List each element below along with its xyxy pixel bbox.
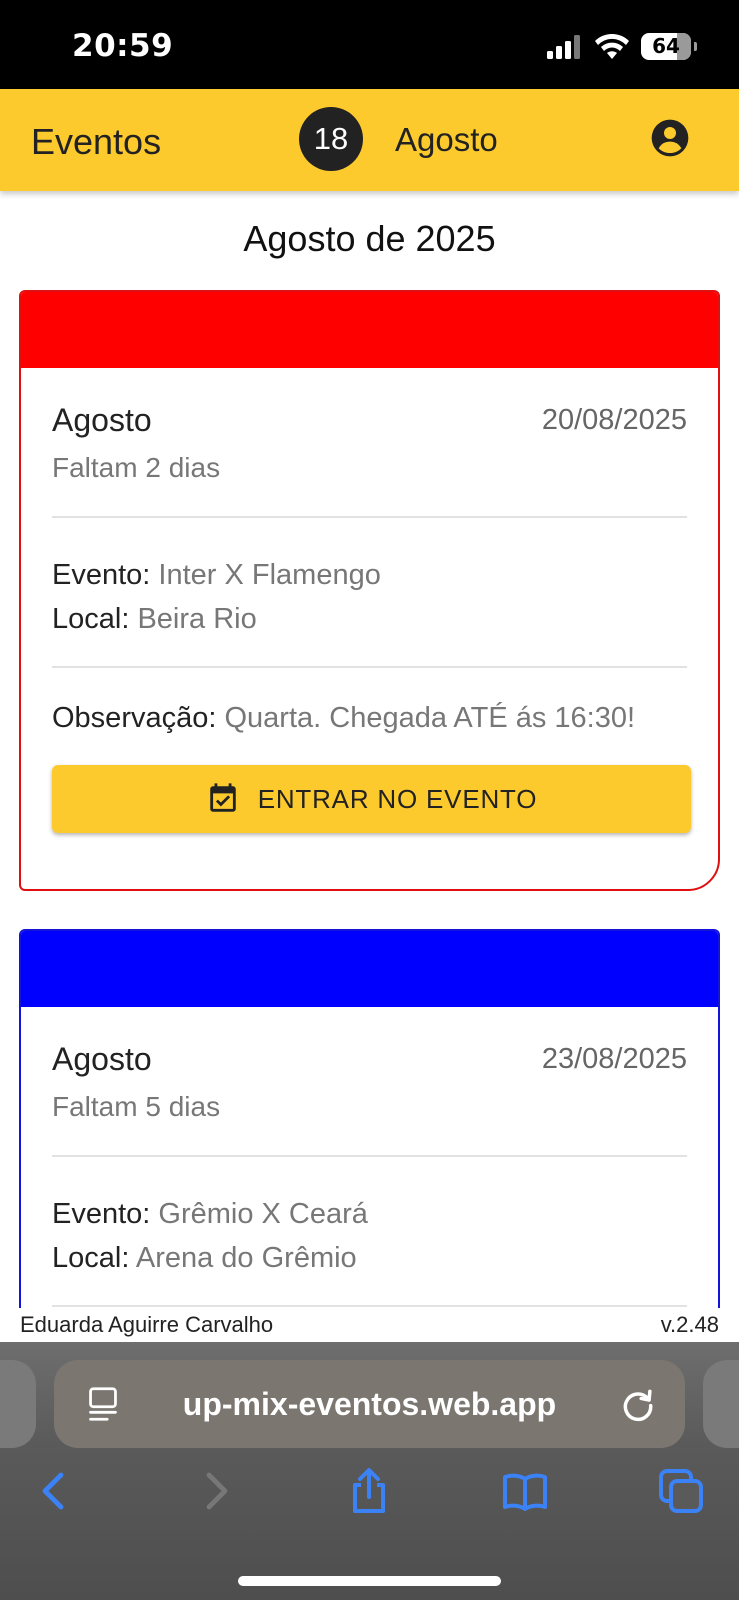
event-card-body: Agosto 20/08/2025 Faltam 2 dias Evento: … <box>21 368 718 833</box>
current-month-label[interactable]: Agosto <box>395 121 498 159</box>
event-label: Evento: <box>52 1198 151 1230</box>
event-name: Grêmio X Ceará <box>158 1198 368 1230</box>
event-info-row: Evento: Inter X Flamengo Local: Beira Ri… <box>52 518 687 668</box>
status-time: 20:59 <box>72 28 174 64</box>
event-month: Agosto <box>52 1041 152 1077</box>
page-title: Agosto de 2025 <box>243 218 496 259</box>
account-circle-icon[interactable] <box>650 118 690 158</box>
event-location: Arena do Grêmio <box>135 1242 357 1274</box>
event-date-row: Agosto 20/08/2025 Faltam 2 dias <box>52 368 687 518</box>
observation-text: Quarta. Chegada ATÉ ás 16:30! <box>224 702 636 734</box>
app-bar: Eventos 18 Agosto <box>0 89 739 191</box>
enter-event-button[interactable]: ENTRAR NO EVENTO <box>52 765 691 833</box>
bookmarks-icon[interactable] <box>501 1467 549 1515</box>
enter-event-label: ENTRAR NO EVENTO <box>257 783 538 814</box>
event-info-row: Evento: Grêmio X Ceará Local: Arena do G… <box>52 1157 687 1307</box>
wifi-icon <box>595 33 629 59</box>
tabs-icon[interactable] <box>657 1467 705 1515</box>
event-name-line: Evento: Inter X Flamengo <box>52 553 687 597</box>
app-title: Eventos <box>31 121 162 162</box>
event-countdown: Faltam 2 dias <box>52 452 221 483</box>
share-icon[interactable] <box>345 1467 393 1515</box>
event-date: 20/08/2025 <box>541 404 687 436</box>
status-icons: 64 <box>547 33 697 60</box>
signal-icon <box>547 34 580 59</box>
event-countdown: Faltam 5 dias <box>52 1091 221 1122</box>
event-location: Beira Rio <box>137 603 257 635</box>
event-date-row: Agosto 23/08/2025 Faltam 5 dias <box>52 1007 687 1157</box>
forward-icon[interactable] <box>191 1467 239 1515</box>
next-tab[interactable] <box>703 1360 739 1448</box>
observation-label: Observação: <box>52 702 217 734</box>
address-bar[interactable]: up-mix-eventos.web.app <box>54 1360 685 1448</box>
event-location-line: Local: Beira Rio <box>52 597 687 641</box>
footer: Eduarda Aguirre Carvalho v.2.48 <box>0 1308 739 1342</box>
user-name: Eduarda Aguirre Carvalho <box>20 1312 274 1337</box>
event-card: Agosto 23/08/2025 Faltam 5 dias Evento: … <box>19 929 720 1349</box>
event-card-header <box>21 931 718 1007</box>
event-name-line: Evento: Grêmio X Ceará <box>52 1192 687 1236</box>
event-name: Inter X Flamengo <box>158 559 381 591</box>
reload-icon[interactable] <box>619 1384 657 1424</box>
home-indicator[interactable] <box>238 1576 501 1586</box>
event-observation: Observação: Quarta. Chegada ATÉ ás 16:30… <box>52 702 687 735</box>
url-text[interactable]: up-mix-eventos.web.app <box>54 1386 685 1423</box>
event-card-body: Agosto 23/08/2025 Faltam 5 dias Evento: … <box>21 1007 718 1307</box>
previous-tab[interactable] <box>0 1360 36 1448</box>
back-icon[interactable] <box>31 1467 79 1515</box>
status-bar: 20:59 64 <box>0 0 739 89</box>
event-date: 23/08/2025 <box>541 1043 687 1075</box>
event-card-header <box>21 292 718 368</box>
event-location-line: Local: Arena do Grêmio <box>52 1236 687 1280</box>
browser-toolbar: up-mix-eventos.web.app <box>0 1342 739 1600</box>
event-card: Agosto 20/08/2025 Faltam 2 dias Evento: … <box>19 290 720 891</box>
battery-level: 64 <box>652 34 680 58</box>
app-version: v.2.48 <box>660 1312 719 1337</box>
location-label: Local: <box>52 1242 130 1274</box>
location-label: Local: <box>52 603 130 635</box>
event-month: Agosto <box>52 402 152 438</box>
event-label: Evento: <box>52 559 151 591</box>
event-count-badge: 18 <box>299 107 363 171</box>
battery-icon: 64 <box>641 33 697 60</box>
calendar-check-icon <box>209 783 236 812</box>
